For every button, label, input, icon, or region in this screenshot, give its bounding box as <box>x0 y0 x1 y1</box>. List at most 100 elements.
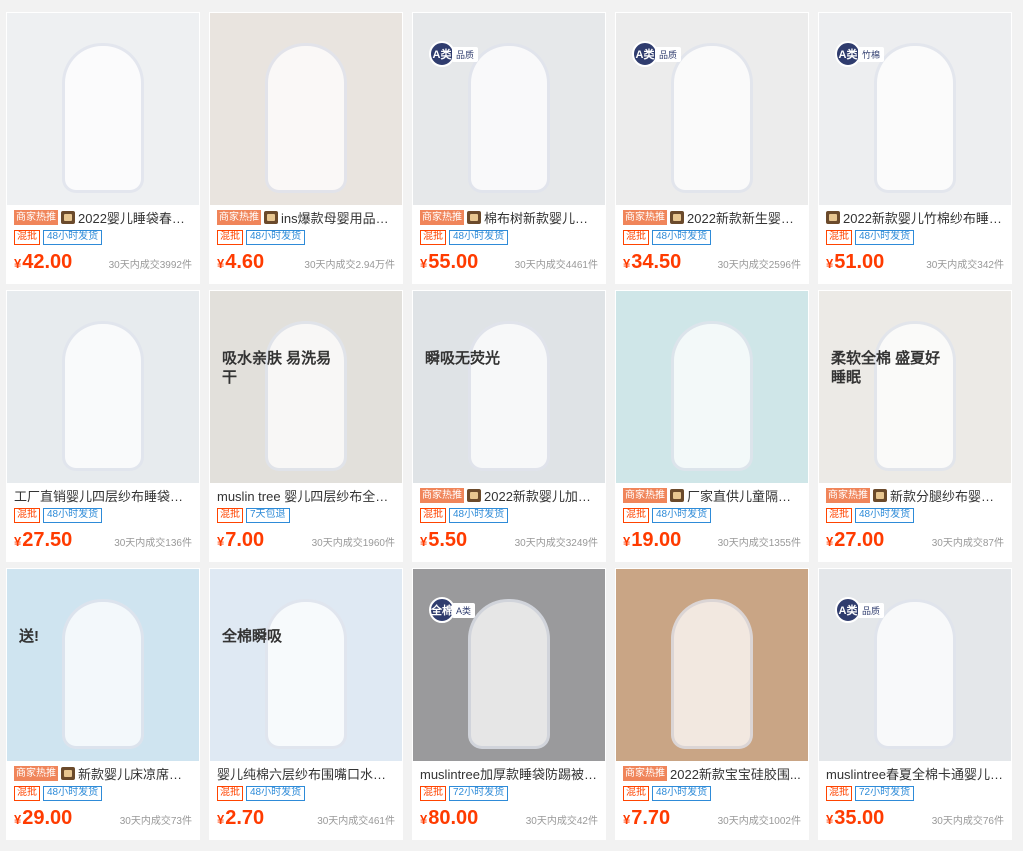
quality-badge: A类 品质 <box>835 597 885 623</box>
product-image[interactable]: 全棉瞬吸 <box>210 569 402 761</box>
product-title[interactable]: 新款分腿纱布婴儿... <box>890 486 1004 505</box>
product-title[interactable]: 2022新款新生婴儿... <box>687 208 801 227</box>
quality-badge: 全棉 A类 <box>429 597 476 623</box>
product-title[interactable]: 2022新款婴儿加大... <box>484 486 598 505</box>
price-value: 80.00 <box>428 807 479 829</box>
product-card[interactable]: 商家热推 ins爆款母婴用品宝... 混批 48小时发货 ¥4.60 30天内成交2.94… <box>209 12 403 284</box>
shipping-tag: 48小时发货 <box>449 230 509 245</box>
badge-label: 品质 <box>452 46 479 62</box>
hot-tag: 商家热推 <box>623 765 667 781</box>
product-card[interactable]: 商家热推 2022婴儿睡袋春秋... 混批 48小时发货 ¥42.00 30天内成交399… <box>6 12 200 284</box>
product-card[interactable]: 柔软全棉 盛夏好睡眠 商家热推 新款分腿纱布婴儿... 混批 48小时发货 ¥27.00 3… <box>818 290 1012 562</box>
shop-icon <box>264 210 278 224</box>
shipping-tag: 48小时发货 <box>246 230 306 245</box>
price-value: 19.00 <box>631 529 682 551</box>
product-image[interactable] <box>7 291 199 483</box>
price-row: ¥5.50 30天内成交3249件 <box>420 529 598 552</box>
product-title[interactable]: muslintree春夏全棉卡通婴儿盖... <box>826 764 1004 783</box>
price: ¥29.00 <box>14 807 72 830</box>
shipping-tag: 48小时发货 <box>652 786 712 801</box>
product-image[interactable]: 瞬吸无荧光 <box>413 291 605 483</box>
product-photo-shape <box>62 43 144 193</box>
price-row: ¥2.70 30天内成交461件 <box>217 807 395 830</box>
product-card[interactable]: A类 品质 商家热推 棉布树新款婴儿睡... 混批 48小时发货 ¥55.00 30天内成交4… <box>412 12 606 284</box>
title-row: 商家热推 棉布树新款婴儿睡... <box>420 207 598 227</box>
product-title[interactable]: ins爆款母婴用品宝... <box>281 208 395 227</box>
hot-tag: 商家热推 <box>14 209 58 225</box>
product-card[interactable]: 全棉瞬吸婴儿纯棉六层纱布围嘴口水巾宝... 混批 48小时发货 ¥2.70 30天内成交… <box>209 568 403 840</box>
product-title[interactable]: 2022新款婴儿竹棉纱布睡袋... <box>843 208 1004 227</box>
product-card[interactable]: A类 竹棉 2022新款婴儿竹棉纱布睡袋... 混批 48小时发货 ¥51.00 30天内成… <box>818 12 1012 284</box>
currency-symbol: ¥ <box>826 534 834 549</box>
product-image[interactable]: 吸水亲肤 易洗易干 <box>210 291 402 483</box>
shipping-tag: 48小时发货 <box>43 230 103 245</box>
mixed-batch-tag: 混批 <box>14 786 40 801</box>
currency-symbol: ¥ <box>623 256 631 271</box>
product-card[interactable]: 吸水亲肤 易洗易干 muslin tree 婴儿四层纱布全棉... 混批 7天包退 ¥7… <box>209 290 403 562</box>
currency-symbol: ¥ <box>14 812 22 827</box>
tag-row: 混批 48小时发货 <box>420 230 598 245</box>
shipping-tag: 48小时发货 <box>43 786 103 801</box>
product-image[interactable] <box>616 569 808 761</box>
product-card[interactable]: A类 品质 商家热推 2022新款新生婴儿... 混批 48小时发货 ¥34.50 30天内成… <box>615 12 809 284</box>
badge-label: 品质 <box>655 46 682 62</box>
price-row: ¥34.50 30天内成交2596件 <box>623 251 801 274</box>
product-card[interactable]: 瞬吸无荧光 商家热推 2022新款婴儿加大... 混批 48小时发货 ¥5.50 30天内成… <box>412 290 606 562</box>
product-card[interactable]: 商家热推 2022新款宝宝硅胶围... 混批 48小时发货 ¥7.70 30天内成交100… <box>615 568 809 840</box>
mixed-batch-tag: 混批 <box>217 230 243 245</box>
tag-row: 混批 72小时发货 <box>420 786 598 801</box>
shipping-tag: 48小时发货 <box>449 508 509 523</box>
sales-count: 30天内成交136件 <box>114 538 192 549</box>
product-card[interactable]: 商家热推 厂家直供儿童隔尿... 混批 48小时发货 ¥19.00 30天内成交1355件 <box>615 290 809 562</box>
product-image[interactable]: A类 品质 <box>819 569 1011 761</box>
product-image[interactable] <box>7 13 199 205</box>
shop-icon <box>670 210 684 224</box>
price-row: ¥4.60 30天内成交2.94万件 <box>217 251 395 274</box>
product-image[interactable] <box>210 13 402 205</box>
mixed-batch-tag: 混批 <box>420 230 446 245</box>
product-title[interactable]: 2022新款宝宝硅胶围... <box>670 764 801 783</box>
product-card[interactable]: 工厂直销婴儿四层纱布睡袋春秋... 混批 48小时发货 ¥27.50 30天内成交136… <box>6 290 200 562</box>
product-image[interactable] <box>616 291 808 483</box>
sales-count: 30天内成交4461件 <box>514 260 598 271</box>
tag-row: 混批 48小时发货 <box>217 786 395 801</box>
product-image[interactable]: A类 竹棉 <box>819 13 1011 205</box>
product-image[interactable]: 送! <box>7 569 199 761</box>
title-row: 商家热推 新款分腿纱布婴儿... <box>826 485 1004 505</box>
product-image[interactable]: A类 品质 <box>616 13 808 205</box>
product-grid: 商家热推 2022婴儿睡袋春秋... 混批 48小时发货 ¥42.00 30天内成交399… <box>6 12 1012 840</box>
product-title[interactable]: muslin tree 婴儿四层纱布全棉... <box>217 486 395 505</box>
price-value: 35.00 <box>834 807 885 829</box>
product-title[interactable]: 棉布树新款婴儿睡... <box>484 208 598 227</box>
mixed-batch-tag: 混批 <box>623 786 649 801</box>
product-image[interactable]: 柔软全棉 盛夏好睡眠 <box>819 291 1011 483</box>
product-photo-shape <box>468 43 550 193</box>
product-title[interactable]: 婴儿纯棉六层纱布围嘴口水巾宝... <box>217 764 395 783</box>
shipping-tag: 48小时发货 <box>652 508 712 523</box>
price-value: 51.00 <box>834 251 885 273</box>
price: ¥27.50 <box>14 529 72 552</box>
hot-tag: 商家热推 <box>420 487 464 503</box>
product-image[interactable]: A类 品质 <box>413 13 605 205</box>
title-row: 商家热推 2022新款婴儿加大... <box>420 485 598 505</box>
mixed-batch-tag: 混批 <box>14 508 40 523</box>
product-title[interactable]: muslintree加厚款睡袋防踢被纯... <box>420 764 598 783</box>
shipping-tag: 48小时发货 <box>246 786 306 801</box>
sales-count: 30天内成交1960件 <box>311 538 395 549</box>
product-title[interactable]: 新款婴儿床凉席冰... <box>78 764 192 783</box>
product-card[interactable]: A类 品质 muslintree春夏全棉卡通婴儿盖... 混批 72小时发货 ¥35.00… <box>818 568 1012 840</box>
product-image[interactable]: 全棉 A类 <box>413 569 605 761</box>
product-card[interactable]: 全棉 A类 muslintree加厚款睡袋防踢被纯... 混批 72小时发货 ¥80.00… <box>412 568 606 840</box>
product-title[interactable]: 厂家直供儿童隔尿... <box>687 486 801 505</box>
price: ¥35.00 <box>826 807 884 830</box>
sales-count: 30天内成交76件 <box>931 816 1004 827</box>
product-card[interactable]: 送! 商家热推 新款婴儿床凉席冰... 混批 48小时发货 ¥29.00 30天内成交73件 <box>6 568 200 840</box>
sales-count: 30天内成交461件 <box>317 816 395 827</box>
price: ¥4.60 <box>217 251 264 274</box>
title-row: 商家热推 ins爆款母婴用品宝... <box>217 207 395 227</box>
price: ¥7.00 <box>217 529 264 552</box>
mixed-batch-tag: 混批 <box>826 230 852 245</box>
product-title[interactable]: 工厂直销婴儿四层纱布睡袋春秋... <box>14 486 192 505</box>
product-title[interactable]: 2022婴儿睡袋春秋... <box>78 208 192 227</box>
currency-symbol: ¥ <box>826 812 834 827</box>
